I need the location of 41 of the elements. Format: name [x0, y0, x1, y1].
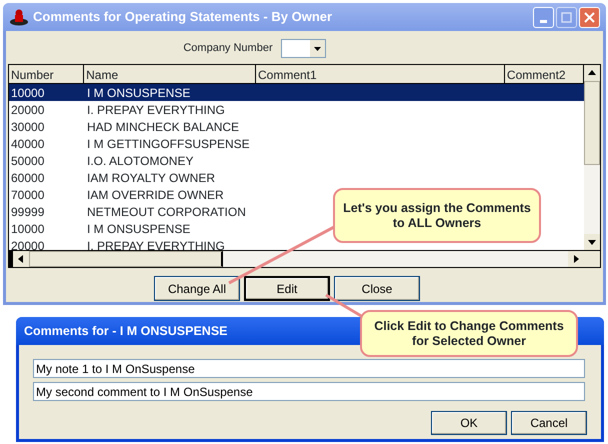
minimize-icon — [540, 20, 547, 22]
close-button[interactable] — [579, 6, 600, 28]
dialog-button[interactable]: Change All — [154, 276, 240, 301]
close-icon — [584, 12, 595, 22]
maximize-icon — [561, 12, 572, 22]
comment-field[interactable]: My second comment to I M OnSuspense — [33, 382, 585, 401]
dialog-button[interactable]: Close — [334, 276, 420, 301]
table-cell[interactable]: 70000 — [9, 186, 85, 204]
table-cell[interactable]: 99999 — [9, 202, 85, 220]
table-cell[interactable]: 20000 — [9, 236, 85, 250]
vertical-scrollbar[interactable] — [584, 65, 600, 250]
table-cell[interactable]: 30000 — [9, 118, 85, 136]
table-cell[interactable]: I.O. ALOTOMONEY — [85, 152, 259, 170]
company-number-label: Company Number — [183, 41, 273, 56]
table-cell[interactable]: I. PREPAY EVERYTHING — [85, 236, 259, 250]
window-title: Comments for Operating Statements - By Owner — [33, 8, 334, 26]
table-cell[interactable]: IAM ROYALTY OWNER — [85, 168, 259, 186]
company-number-dropdown[interactable] — [280, 39, 326, 58]
horizontal-scrollbar[interactable] — [9, 250, 600, 267]
app-icon — [9, 8, 29, 26]
table-cell[interactable]: 50000 — [9, 152, 85, 170]
dialog-title: Comments for - I M ONSUSPENSE — [23, 322, 228, 340]
table-cell[interactable]: I M ONSUSPENSE — [85, 84, 259, 102]
minimize-button[interactable] — [533, 6, 554, 28]
table-cell[interactable]: I M GETTINGOFFSUSPENSE — [85, 134, 259, 152]
table-cell[interactable]: HAD MINCHECK BALANCE — [85, 118, 259, 136]
table-cell[interactable]: NETMEOUT CORPORATION — [85, 202, 259, 220]
callout: Let's you assign the Comments to ALL Owners — [333, 188, 541, 243]
dialog-button[interactable]: OK — [431, 411, 507, 435]
callout: Click Edit to Change Comments for Selected Owner — [360, 310, 578, 357]
table-cell[interactable]: I. PREPAY EVERYTHING — [85, 100, 259, 118]
table-cell[interactable]: 20000 — [9, 100, 85, 118]
dialog-button[interactable]: Edit — [244, 276, 330, 301]
table-cell[interactable]: I M ONSUSPENSE — [85, 220, 259, 238]
dialog-button[interactable]: Cancel — [511, 411, 587, 435]
comment-field[interactable]: My note 1 to I M OnSuspense — [33, 359, 585, 378]
table-cell[interactable]: 60000 — [9, 168, 85, 186]
table-cell[interactable]: 10000 — [9, 220, 85, 238]
table-cell[interactable]: 40000 — [9, 134, 85, 152]
table-cell[interactable]: IAM OVERRIDE OWNER — [85, 186, 259, 204]
table-cell[interactable]: 10000 — [9, 84, 85, 102]
